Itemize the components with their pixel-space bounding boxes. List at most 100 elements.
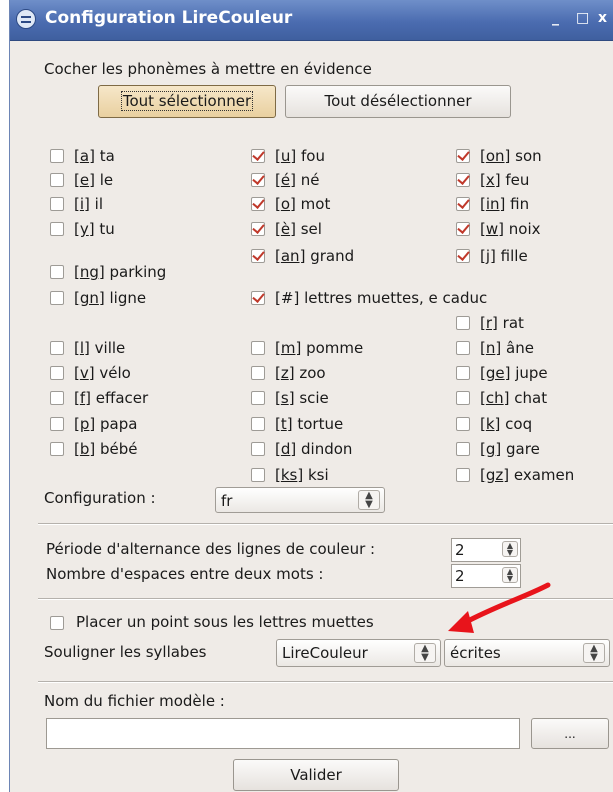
phoneme-code: b (79, 440, 90, 458)
phoneme-label[interactable]: [v] vélo (74, 364, 131, 382)
phoneme-checkbox[interactable] (50, 197, 64, 211)
phoneme-checkbox[interactable] (50, 391, 64, 405)
phoneme-label[interactable]: [e] le (74, 171, 113, 189)
phoneme-checkbox[interactable] (456, 197, 470, 211)
point-muettes-checkbox[interactable] (50, 616, 64, 630)
phoneme-label[interactable]: [u] fou (275, 147, 325, 165)
title-bar[interactable]: Configuration LireCouleur _ □ x (10, 0, 613, 41)
phoneme-label[interactable]: [o] mot (275, 195, 330, 213)
phoneme-checkbox[interactable] (50, 341, 64, 355)
phoneme-checkbox[interactable] (456, 391, 470, 405)
phoneme-checkbox[interactable] (50, 442, 64, 456)
phoneme-code: ch (485, 389, 504, 407)
phoneme-checkbox[interactable] (50, 149, 64, 163)
phoneme-code: i (79, 195, 85, 213)
phoneme-code: m (280, 339, 296, 357)
spin-arrows-icon[interactable]: ▲ ▼ (502, 541, 518, 557)
fichier-input[interactable] (46, 718, 520, 749)
phoneme-label[interactable]: [é] né (275, 171, 319, 189)
phoneme-checkbox[interactable] (251, 417, 265, 431)
phoneme-code: on (485, 147, 505, 165)
phoneme-code: x (485, 171, 495, 189)
phoneme-checkbox[interactable] (50, 265, 64, 279)
select-all-button[interactable]: Tout sélectionner (98, 85, 276, 118)
phoneme-example-word: fille (500, 247, 528, 265)
phoneme-checkbox[interactable] (251, 173, 265, 187)
phoneme-checkbox[interactable] (251, 149, 265, 163)
phoneme-checkbox[interactable] (251, 249, 265, 263)
phoneme-checkbox[interactable] (50, 173, 64, 187)
phoneme-code: p (79, 415, 90, 433)
phoneme-label[interactable]: [y] tu (74, 220, 115, 238)
phoneme-code: gz (485, 466, 504, 484)
phoneme-label[interactable]: [w] noix (480, 220, 541, 238)
phoneme-checkbox[interactable] (456, 173, 470, 187)
phoneme-checkbox[interactable] (251, 291, 265, 305)
phoneme-checkbox[interactable] (456, 341, 470, 355)
maximize-button[interactable]: □ (576, 10, 589, 26)
phoneme-label[interactable]: [d] dindon (275, 440, 352, 458)
phoneme-checkbox[interactable] (251, 341, 265, 355)
phoneme-checkbox[interactable] (50, 366, 64, 380)
phoneme-label[interactable]: [x] feu (480, 171, 529, 189)
phoneme-label[interactable]: [an] grand (275, 247, 354, 265)
phoneme-label[interactable]: [r] rat (480, 314, 524, 332)
phoneme-label[interactable]: [j] fille (480, 247, 528, 265)
configuration-select[interactable]: fr ▲ ▼ (215, 487, 385, 513)
phoneme-code: k (485, 415, 495, 433)
phoneme-label[interactable]: [s] scie (275, 389, 329, 407)
phoneme-label[interactable]: [in] fin (480, 195, 529, 213)
phoneme-checkbox[interactable] (251, 197, 265, 211)
phoneme-label[interactable]: [a] ta (74, 147, 115, 165)
phoneme-code: t (280, 415, 287, 433)
phoneme-label[interactable]: [t] tortue (275, 415, 343, 433)
deselect-all-button[interactable]: Tout désélectionner (285, 85, 511, 118)
phoneme-checkbox[interactable] (50, 291, 64, 305)
phoneme-label[interactable]: [b] bébé (74, 440, 138, 458)
phoneme-label[interactable]: [i] il (74, 195, 103, 213)
validate-button[interactable]: Valider (233, 759, 399, 791)
phoneme-checkbox[interactable] (456, 222, 470, 236)
phoneme-example-word: effacer (95, 389, 149, 407)
phoneme-checkbox[interactable] (456, 442, 470, 456)
phoneme-label[interactable]: [p] papa (74, 415, 137, 433)
phoneme-label[interactable]: [ng] parking (74, 263, 166, 281)
phoneme-label[interactable]: [è] sel (275, 220, 322, 238)
phoneme-label[interactable]: [ge] jupe (480, 364, 548, 382)
phoneme-label[interactable]: [gz] examen (480, 466, 574, 484)
phoneme-checkbox[interactable] (456, 149, 470, 163)
phoneme-label[interactable]: [g] gare (480, 440, 540, 458)
syllabes-mode-select[interactable]: LireCouleur ▲ ▼ (276, 639, 441, 667)
phoneme-label[interactable]: [n] âne (480, 339, 534, 357)
phoneme-checkbox[interactable] (251, 366, 265, 380)
phoneme-code: o (280, 195, 291, 213)
phoneme-label[interactable]: [k] coq (480, 415, 532, 433)
phoneme-label[interactable]: [f] effacer (74, 389, 148, 407)
phoneme-checkbox[interactable] (251, 222, 265, 236)
phoneme-checkbox[interactable] (251, 442, 265, 456)
phoneme-label[interactable]: [gn] ligne (74, 289, 146, 307)
minimize-button[interactable]: _ (552, 10, 559, 26)
phoneme-checkbox[interactable] (50, 417, 64, 431)
phoneme-checkbox[interactable] (251, 468, 265, 482)
phoneme-code: n (485, 339, 496, 357)
alternance-spinner[interactable]: 2 ▲ ▼ (451, 538, 521, 562)
phoneme-label[interactable]: [ch] chat (480, 389, 547, 407)
browse-button[interactable]: ... (531, 718, 609, 749)
phoneme-label[interactable]: [ks] ksi (275, 466, 329, 484)
phoneme-checkbox[interactable] (251, 391, 265, 405)
phoneme-checkbox[interactable] (456, 316, 470, 330)
phoneme-label[interactable]: [m] pomme (275, 339, 363, 357)
syllabes-type-select[interactable]: écrites ▲ ▼ (444, 639, 610, 667)
phoneme-checkbox[interactable] (456, 417, 470, 431)
phoneme-checkbox[interactable] (50, 222, 64, 236)
phoneme-checkbox[interactable] (456, 366, 470, 380)
phoneme-checkbox[interactable] (456, 468, 470, 482)
app-menu-icon[interactable] (16, 9, 36, 29)
close-button[interactable]: x (598, 10, 607, 26)
phoneme-label[interactable]: [l] ville (74, 339, 125, 357)
phoneme-label[interactable]: [#] lettres muettes, e caduc (275, 289, 487, 307)
phoneme-checkbox[interactable] (456, 249, 470, 263)
phoneme-label[interactable]: [on] son (480, 147, 542, 165)
phoneme-label[interactable]: [z] zoo (275, 364, 326, 382)
